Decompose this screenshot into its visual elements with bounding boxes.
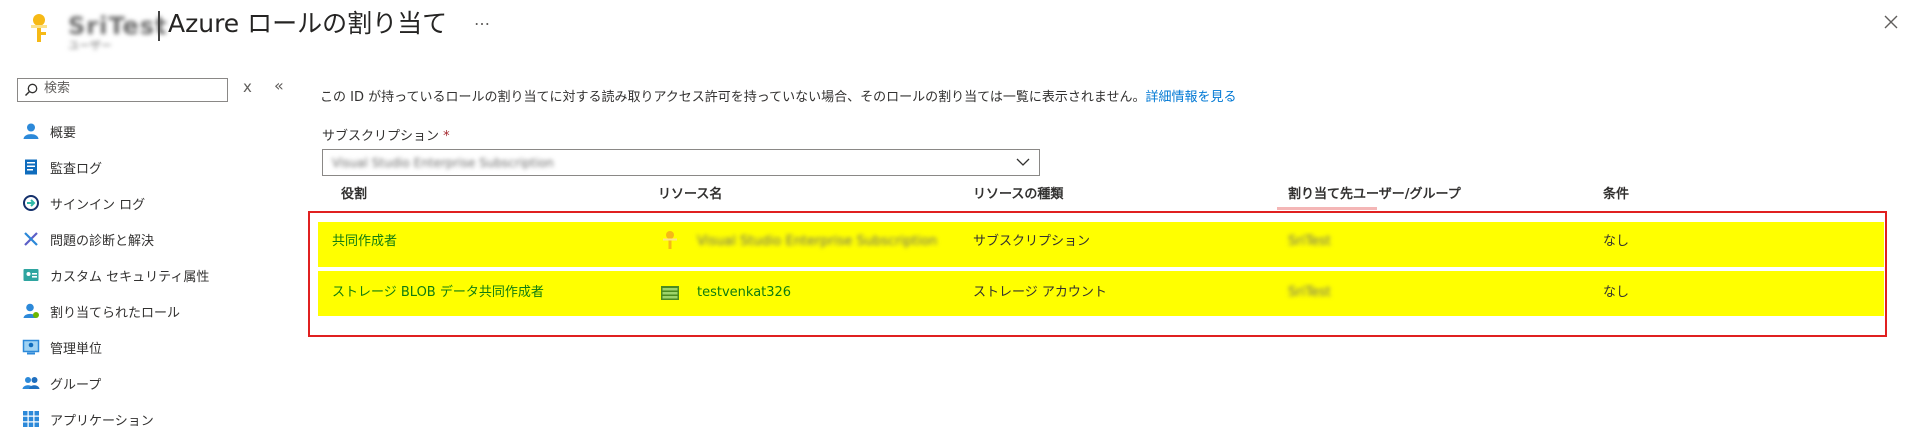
title-separator	[158, 11, 160, 41]
required-mark: *	[443, 129, 450, 144]
column-header-role[interactable]: 役割	[341, 185, 367, 205]
sidebar-item-label: 概要	[50, 125, 77, 141]
sidebar-item-label: グループ	[50, 377, 102, 393]
sidebar-item-groups[interactable]: グループ	[22, 370, 101, 396]
close-icon[interactable]	[1880, 11, 1902, 33]
resource-type: サブスクリプション	[973, 234, 1091, 249]
column-header-resource-type[interactable]: リソースの種類	[973, 185, 1063, 205]
collapse-sidebar-button[interactable]: «	[274, 76, 284, 95]
role-link[interactable]: 共同作成者	[332, 233, 397, 251]
page-subtitle-blurred: ユーザー	[68, 39, 112, 52]
role-link[interactable]: ストレージ BLOB データ共同作成者	[332, 284, 544, 302]
user-icon	[23, 123, 39, 139]
custom-attribute-icon	[23, 269, 39, 281]
sidebar-item-label: アプリケーション	[50, 413, 154, 429]
groups-icon	[22, 377, 40, 389]
audit-log-icon	[25, 159, 37, 175]
subscription-dropdown-value: Visual Studio Enterprise Subscription	[332, 156, 554, 170]
resource-name-blurred[interactable]: Visual Studio Enterprise Subscription	[697, 233, 937, 251]
assigned-to-blurred: SriTest	[1288, 234, 1331, 249]
resource-name-link[interactable]: testvenkat326	[697, 284, 791, 302]
chevron-down-icon[interactable]	[1016, 157, 1030, 167]
column-header-resource-name[interactable]: リソース名	[658, 185, 722, 205]
condition-value: なし	[1603, 285, 1630, 300]
sidebar-item-label: 割り当てられたロール	[50, 305, 181, 321]
sidebar-item-label: カスタム セキュリティ属性	[50, 269, 210, 285]
info-message: この ID が持っているロールの割り当てに対する読み取りアクセス許可を持っていな…	[320, 89, 1237, 107]
more-options-button[interactable]: …	[474, 10, 491, 29]
info-text: この ID が持っているロールの割り当てに対する読み取りアクセス許可を持っていな…	[320, 90, 1146, 105]
page-title: Azure ロールの割り当て	[168, 9, 448, 38]
learn-more-link[interactable]: 詳細情報を見る	[1146, 90, 1237, 105]
resource-type: ストレージ アカウント	[973, 285, 1107, 300]
column-header-underline	[1277, 207, 1377, 210]
sidebar-item-label: 問題の診断と解決	[50, 233, 155, 249]
subscription-label-text: サブスクリプション	[322, 129, 440, 144]
wrench-icon	[24, 232, 38, 246]
admin-unit-icon	[22, 339, 40, 355]
sidebar-item-label: 管理単位	[50, 341, 103, 357]
sidebar-item-label: 監査ログ	[50, 161, 103, 177]
key-icon	[31, 14, 47, 42]
sidebar-item-applications[interactable]: アプリケーション	[22, 406, 154, 432]
clear-search-button[interactable]: x	[243, 78, 252, 96]
sidebar-item-diagnose-solve[interactable]: 問題の診断と解決	[22, 226, 154, 252]
sidebar-item-assigned-roles[interactable]: 割り当てられたロール	[22, 298, 180, 324]
search-icon	[24, 83, 38, 97]
assigned-to-blurred: SriTest	[1288, 285, 1331, 300]
table-row	[318, 222, 1884, 267]
sidebar-item-sign-in-logs[interactable]: サインイン ログ	[22, 190, 145, 216]
sidebar-item-label: サインイン ログ	[50, 197, 146, 213]
resource-name-blurred: SriTest	[68, 12, 168, 40]
sidebar-item-overview[interactable]: 概要	[22, 118, 76, 144]
column-header-assigned-to[interactable]: 割り当て先ユーザー/グループ	[1288, 185, 1461, 205]
condition-value: なし	[1603, 234, 1630, 249]
sign-in-log-icon	[23, 195, 39, 211]
sidebar-item-admin-units[interactable]: 管理単位	[22, 334, 102, 360]
sidebar-item-custom-security-attributes[interactable]: カスタム セキュリティ属性	[22, 262, 209, 288]
key-icon	[663, 231, 677, 249]
column-header-condition[interactable]: 条件	[1603, 185, 1629, 205]
applications-icon	[23, 411, 39, 427]
search-placeholder: 検索	[44, 81, 71, 96]
assigned-roles-icon	[23, 303, 39, 318]
storage-account-icon	[661, 286, 679, 300]
sidebar-item-audit-logs[interactable]: 監査ログ	[22, 154, 102, 180]
subscription-label: サブスクリプション *	[322, 128, 450, 146]
